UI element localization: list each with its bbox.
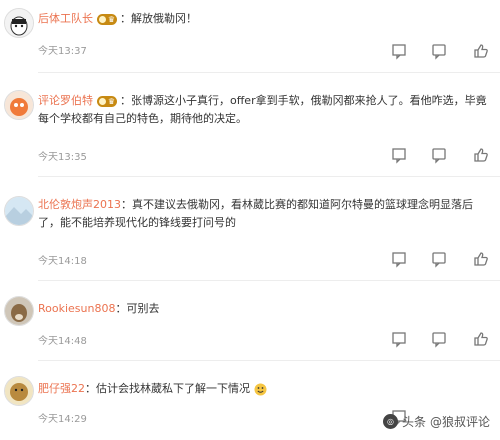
like-icon[interactable] (472, 146, 490, 164)
avatar[interactable] (4, 376, 34, 406)
comment-icon[interactable] (430, 250, 448, 268)
comment-text: 解放俄勒冈！ (131, 12, 197, 25)
share-icon[interactable] (390, 250, 408, 268)
share-icon[interactable] (390, 330, 408, 348)
watermark-author: @狼叔评论 (429, 415, 490, 429)
username[interactable]: Rookiesun808 (38, 302, 115, 315)
comment-text: 估计会找林葳私下了解一下情况 (96, 382, 250, 395)
avatar[interactable] (4, 90, 34, 120)
divider (38, 360, 500, 361)
avatar[interactable] (4, 8, 34, 38)
comment-text: 可别去 (126, 302, 160, 315)
divider (38, 72, 500, 73)
comment-icon[interactable] (430, 330, 448, 348)
vip-badge-icon: ♛ (97, 13, 117, 25)
vip-badge-icon: ♛ (97, 95, 117, 107)
comment-icon[interactable] (430, 146, 448, 164)
smile-emoji-icon (254, 383, 267, 396)
divider (38, 280, 500, 281)
watermark-prefix: 头条 (401, 415, 426, 429)
timestamp: 今天13:35 (38, 152, 87, 163)
username[interactable]: 肥仔强22 (38, 382, 85, 395)
like-icon[interactable] (472, 330, 490, 348)
divider (38, 176, 500, 177)
toutiao-logo-icon: ◎ (382, 414, 398, 429)
timestamp: 今天13:37 (38, 46, 87, 57)
avatar[interactable] (4, 296, 34, 326)
username[interactable]: 后体工队长 (38, 12, 93, 25)
timestamp: 今天14:29 (38, 414, 87, 425)
username[interactable]: 评论罗伯特 (38, 94, 93, 107)
avatar[interactable] (4, 196, 34, 226)
username[interactable]: 北伦敦炮声2013 (38, 198, 121, 211)
share-icon[interactable] (390, 42, 408, 60)
like-icon[interactable] (472, 250, 490, 268)
timestamp: 今天14:18 (38, 256, 87, 267)
timestamp: 今天14:48 (38, 336, 87, 347)
comment-icon[interactable] (430, 42, 448, 60)
like-icon[interactable] (472, 42, 490, 60)
watermark: ◎ 头条 @狼叔评论 (382, 413, 490, 430)
share-icon[interactable] (390, 146, 408, 164)
